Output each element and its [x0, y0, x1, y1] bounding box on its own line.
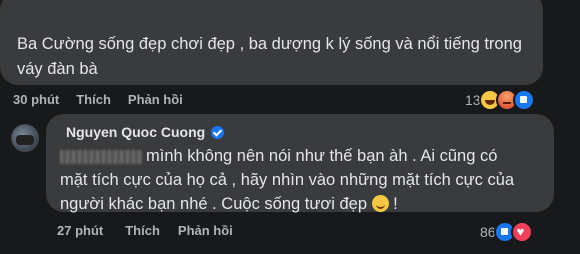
smile-emoji-icon	[371, 195, 389, 212]
comment-2-end: !	[388, 195, 398, 213]
comment-2-text: mình không nên nói như thế bạn àh . Ai c…	[60, 144, 546, 216]
comment-2-actions: 27 phút Thích Phản hồi	[57, 223, 233, 238]
comment-1-reactions[interactable]: 13	[465, 89, 535, 111]
comment-1-time[interactable]: 30 phút	[13, 92, 59, 107]
comment-2-line-3: người khác bạn nhé . Cuộc sống tươi đẹp	[60, 195, 367, 213]
comment-2-line-2: mặt tích cực của họ cả , hãy nhìn vào nh…	[60, 171, 515, 189]
comment-2-line-1: mình không nên nói như thế bạn àh . Ai c…	[146, 147, 498, 165]
comment-2-author[interactable]: Nguyen Quoc Cuong	[66, 124, 225, 140]
comment-thread: Ba Cường sống đẹp chơi đẹp , ba dượng k …	[0, 0, 580, 254]
comment-1-reply-button[interactable]: Phản hồi	[128, 92, 183, 107]
verified-badge-icon	[211, 125, 225, 139]
comment-1-text: Ba Cường sống đẹp chơi đẹp , ba dượng k …	[17, 35, 522, 78]
comment-1-actions: 30 phút Thích Phản hồi	[13, 92, 183, 107]
comment-bubble-1: Ba Cường sống đẹp chơi đẹp , ba dượng k …	[0, 0, 543, 85]
love-reaction-icon	[510, 221, 533, 243]
redacted-mention	[60, 149, 142, 164]
comment-2-time[interactable]: 27 phút	[57, 223, 103, 238]
avatar[interactable]	[11, 124, 39, 152]
comment-1-like-button[interactable]: Thích	[76, 92, 111, 107]
comment-2-reply-button[interactable]: Phản hồi	[178, 223, 233, 238]
comment-2-like-button[interactable]: Thích	[125, 223, 160, 238]
comment-2-reactions[interactable]: 86	[480, 221, 533, 243]
author-name[interactable]: Nguyen Quoc Cuong	[66, 124, 205, 140]
like-reaction-icon	[512, 89, 535, 111]
